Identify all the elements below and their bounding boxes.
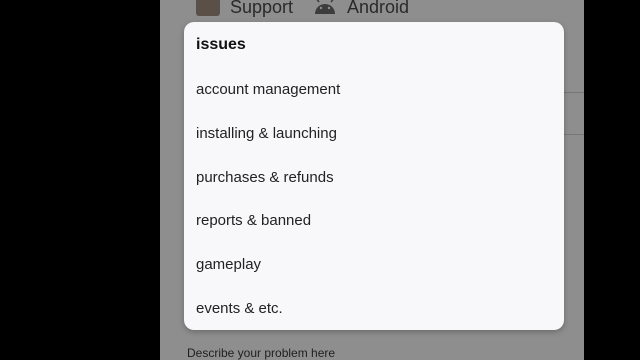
header-bar: Support Android [160, 0, 584, 22]
describe-problem-label: Describe your problem here [187, 346, 336, 360]
option-gameplay[interactable]: gameplay [196, 256, 261, 273]
issues-dialog: issues account management installing & l… [184, 22, 564, 330]
dialog-title: issues [196, 36, 246, 53]
support-label: Support [230, 0, 294, 17]
option-reports-banned[interactable]: reports & banned [196, 212, 311, 229]
support-avatar [196, 0, 220, 16]
option-events-etc[interactable]: events & etc. [196, 300, 283, 317]
android-icon [315, 0, 335, 14]
android-label: Android [347, 0, 410, 17]
option-purchases-refunds[interactable]: purchases & refunds [196, 169, 334, 186]
option-account-management[interactable]: account management [196, 81, 340, 98]
option-installing-launching[interactable]: installing & launching [196, 125, 337, 142]
